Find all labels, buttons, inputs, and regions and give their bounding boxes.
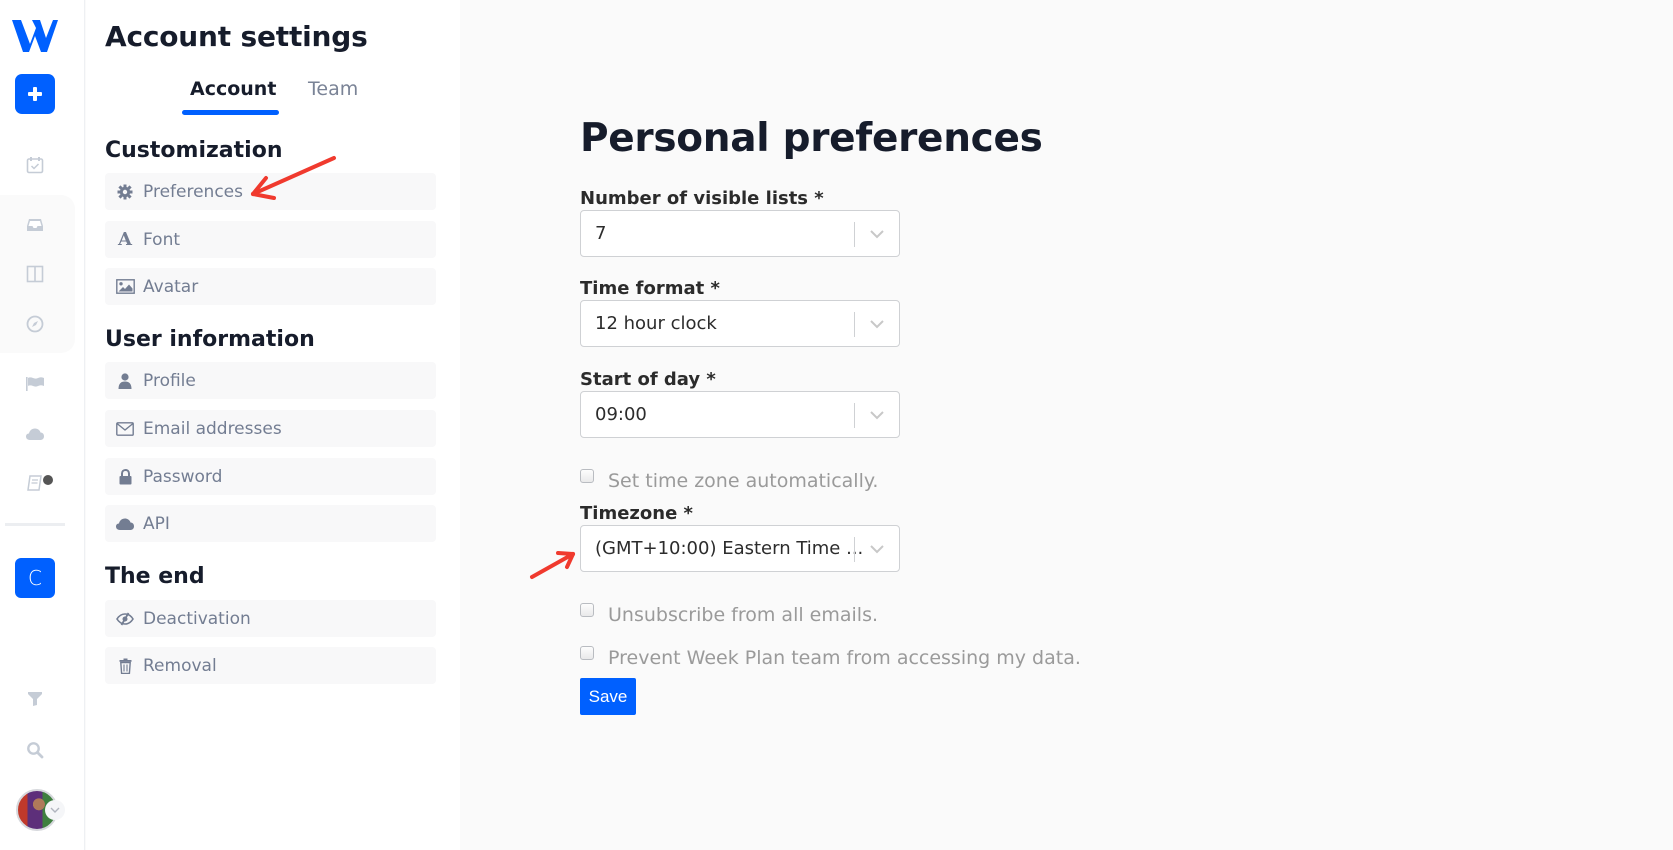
start-of-day-select[interactable]: 09:00 xyxy=(580,391,900,438)
select-separator xyxy=(854,312,855,337)
filter-icon[interactable] xyxy=(24,688,46,710)
menu-item-label: Preferences xyxy=(143,181,243,202)
menu-item-label: Avatar xyxy=(143,276,199,297)
auto-timezone-checkbox-row[interactable]: Set time zone automatically. xyxy=(580,469,879,492)
settings-sidebar: Account settings Account Team Customizat… xyxy=(86,0,460,850)
chevron-down-icon xyxy=(870,320,884,329)
save-button[interactable]: Save xyxy=(580,678,636,715)
font-icon: A xyxy=(118,229,132,250)
avatar-menu-chevron-icon[interactable] xyxy=(45,800,65,820)
page-title: Personal preferences xyxy=(580,116,1043,161)
menu-item-label: Font xyxy=(143,229,181,250)
menu-item-removal[interactable]: Removal xyxy=(105,647,436,684)
inbox-icon[interactable] xyxy=(24,214,46,236)
menu-item-label: Removal xyxy=(143,655,217,676)
flag-icon[interactable] xyxy=(24,373,46,395)
select-value: 12 hour clock xyxy=(595,313,717,334)
visible-lists-select[interactable]: 7 xyxy=(580,210,900,257)
prevent-access-checkbox-row[interactable]: Prevent Week Plan team from accessing my… xyxy=(580,646,1081,669)
menu-item-label: Profile xyxy=(143,370,196,391)
menu-item-label: Password xyxy=(143,466,223,487)
prevent-access-label: Prevent Week Plan team from accessing my… xyxy=(608,647,1081,669)
settings-title: Account settings xyxy=(105,20,368,53)
main-panel: Personal preferences Number of visible l… xyxy=(460,0,1673,850)
select-value: 09:00 xyxy=(595,404,647,425)
menu-item-label: Deactivation xyxy=(143,608,251,629)
rail-divider xyxy=(5,523,65,526)
unsubscribe-checkbox[interactable] xyxy=(580,603,594,617)
compass-icon[interactable] xyxy=(24,313,46,335)
section-title-user-information: User information xyxy=(105,327,315,352)
timezone-label: Timezone * xyxy=(580,503,693,524)
menu-item-api[interactable]: API xyxy=(105,505,436,542)
select-separator xyxy=(854,537,855,562)
app-logo[interactable] xyxy=(12,18,58,54)
menu-item-label: Email addresses xyxy=(143,418,282,439)
timezone-select[interactable]: (GMT+10:00) Eastern Time ... xyxy=(580,525,900,572)
cloud-icon xyxy=(115,515,135,533)
icon-rail: C xyxy=(0,0,85,850)
chevron-down-icon xyxy=(870,411,884,420)
tab-account[interactable]: Account xyxy=(190,78,276,100)
notification-dot xyxy=(43,475,53,485)
visible-lists-label: Number of visible lists * xyxy=(580,188,824,209)
lock-icon xyxy=(115,468,135,486)
chevron-down-icon xyxy=(870,230,884,239)
settings-tabs: Account Team xyxy=(86,78,460,118)
auto-timezone-checkbox[interactable] xyxy=(580,469,594,483)
start-of-day-label: Start of day * xyxy=(580,369,716,390)
menu-item-label: API xyxy=(143,513,170,534)
select-separator xyxy=(854,403,855,428)
auto-timezone-label: Set time zone automatically. xyxy=(608,470,879,492)
select-value: 7 xyxy=(595,223,607,244)
cloud-icon[interactable] xyxy=(24,423,46,445)
tab-team[interactable]: Team xyxy=(308,78,358,100)
book-icon[interactable] xyxy=(24,472,46,494)
menu-item-deactivation[interactable]: Deactivation xyxy=(105,600,436,637)
user-icon xyxy=(115,372,135,390)
workspace-button[interactable]: C xyxy=(15,558,55,598)
menu-item-avatar[interactable]: Avatar xyxy=(105,268,436,305)
select-value: (GMT+10:00) Eastern Time ... xyxy=(595,538,864,559)
section-title-the-end: The end xyxy=(105,564,205,589)
unsubscribe-label: Unsubscribe from all emails. xyxy=(608,604,879,626)
time-format-label: Time format * xyxy=(580,278,720,299)
menu-item-preferences[interactable]: Preferences xyxy=(105,173,436,210)
chevron-down-icon xyxy=(870,545,884,554)
search-icon[interactable] xyxy=(24,739,46,761)
unsubscribe-checkbox-row[interactable]: Unsubscribe from all emails. xyxy=(580,603,879,626)
gear-icon xyxy=(115,183,135,201)
plus-icon xyxy=(28,87,42,101)
section-title-customization: Customization xyxy=(105,138,283,163)
active-tab-indicator xyxy=(182,110,279,115)
eye-slash-icon xyxy=(115,610,135,628)
add-button[interactable] xyxy=(15,74,55,114)
menu-item-font[interactable]: A Font xyxy=(105,221,436,258)
columns-icon[interactable] xyxy=(24,263,46,285)
menu-item-profile[interactable]: Profile xyxy=(105,362,436,399)
image-icon xyxy=(115,278,135,296)
time-format-select[interactable]: 12 hour clock xyxy=(580,300,900,347)
select-separator xyxy=(854,222,855,247)
prevent-access-checkbox[interactable] xyxy=(580,646,594,660)
menu-item-email-addresses[interactable]: Email addresses xyxy=(105,410,436,447)
menu-item-password[interactable]: Password xyxy=(105,458,436,495)
envelope-icon xyxy=(115,420,135,438)
trash-icon xyxy=(115,657,135,675)
calendar-check-icon[interactable] xyxy=(24,154,46,176)
